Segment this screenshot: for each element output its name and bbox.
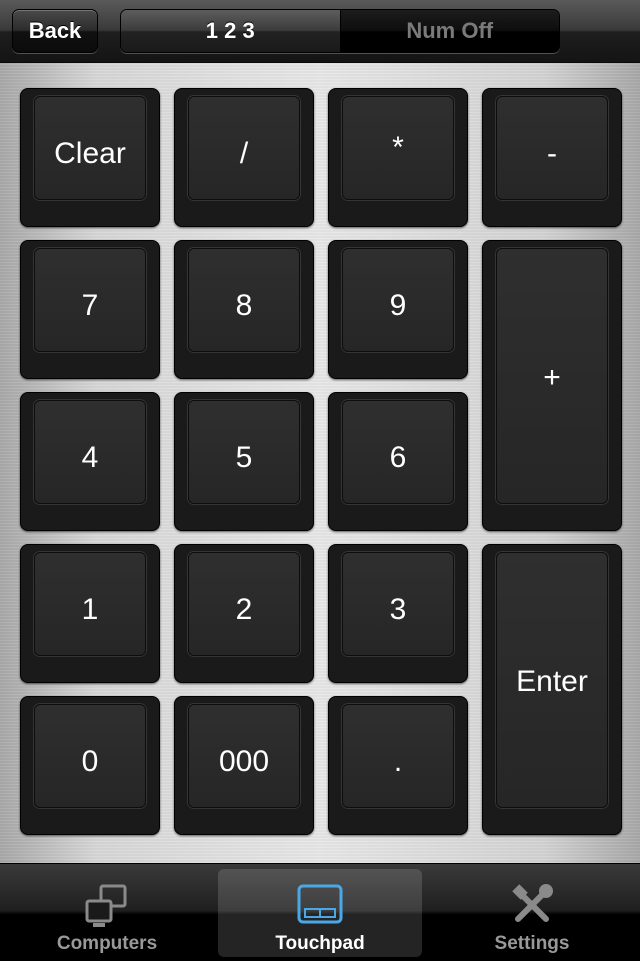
computers-icon [83, 881, 131, 934]
key-5[interactable]: 5 [174, 392, 314, 531]
key-label: 1 [81, 592, 99, 626]
key-label: + [543, 360, 561, 394]
key-label: 8 [235, 288, 253, 322]
settings-tools-icon [508, 881, 556, 934]
key-9[interactable]: 9 [328, 240, 468, 379]
tab-label: Computers [56, 933, 158, 954]
tab-touchpad[interactable]: Touchpad [218, 869, 422, 957]
key-label: 6 [389, 440, 407, 474]
tab-computers[interactable]: Computers [5, 869, 209, 957]
segment-num-off[interactable]: Num Off [340, 10, 559, 52]
segment-123[interactable]: 1 2 3 [121, 10, 341, 52]
numeric-keypad: Clear / * - 7 8 9 + 4 5 6 1 2 3 Enter 0 … [0, 63, 640, 863]
tab-bar: Computers Touchpad Settings [0, 863, 640, 961]
top-navigation-bar: Back 1 2 3 Num Off [0, 0, 640, 63]
key-enter[interactable]: Enter [482, 544, 622, 835]
key-label: Clear [54, 136, 126, 170]
key-label: 4 [81, 440, 99, 474]
key-8[interactable]: 8 [174, 240, 314, 379]
key-decimal[interactable]: . [328, 696, 468, 835]
key-label: . [393, 744, 403, 778]
key-label: 5 [235, 440, 253, 474]
key-label: / [239, 136, 249, 170]
key-2[interactable]: 2 [174, 544, 314, 683]
key-multiply[interactable]: * [328, 88, 468, 227]
key-0[interactable]: 0 [20, 696, 160, 835]
key-label: 2 [235, 592, 253, 626]
key-divide[interactable]: / [174, 88, 314, 227]
key-3[interactable]: 3 [328, 544, 468, 683]
key-label: * [392, 130, 404, 164]
key-6[interactable]: 6 [328, 392, 468, 531]
key-label: 9 [389, 288, 407, 322]
key-minus[interactable]: - [482, 88, 622, 227]
key-000[interactable]: 000 [174, 696, 314, 835]
key-clear[interactable]: Clear [20, 88, 160, 227]
tab-label: Touchpad [275, 933, 365, 954]
key-label: 3 [389, 592, 407, 626]
key-label: Enter [516, 664, 588, 698]
key-label: - [547, 136, 557, 170]
key-1[interactable]: 1 [20, 544, 160, 683]
key-label: 0 [81, 744, 99, 778]
key-plus[interactable]: + [482, 240, 622, 531]
key-label: 7 [81, 288, 99, 322]
back-button[interactable]: Back [12, 9, 98, 53]
numlock-segmented-control: 1 2 3 Num Off [120, 9, 560, 53]
key-4[interactable]: 4 [20, 392, 160, 531]
tab-settings[interactable]: Settings [430, 869, 634, 957]
touchpad-icon [296, 881, 344, 934]
tab-label: Settings [494, 933, 570, 954]
key-label: 000 [218, 744, 270, 778]
key-7[interactable]: 7 [20, 240, 160, 379]
